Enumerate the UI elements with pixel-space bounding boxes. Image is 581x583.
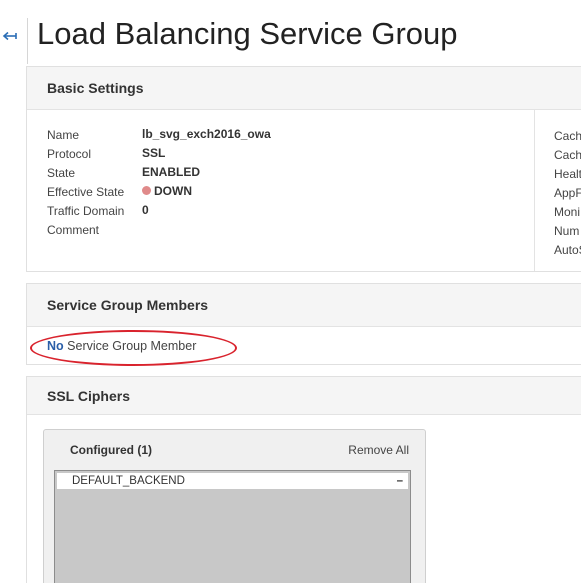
effective-state-label: Effective State [47, 185, 125, 199]
basic-settings-labels: Name Protocol State Effective State Traf… [47, 126, 124, 240]
configured-ciphers-box: Configured (1) Remove All DEFAULT_BACKEN… [43, 429, 426, 583]
basic-settings-values: lb_svg_exch2016_owa SSL ENABLED DOWN 0 [142, 125, 271, 220]
comment-label: Comment [47, 223, 100, 237]
column-divider [534, 110, 535, 271]
advanced-settings-labels: Cach Cach Healt AppF Moni Num AutoS [554, 127, 581, 260]
protocol-label: Protocol [47, 147, 92, 161]
status-down-icon [142, 186, 151, 196]
title-divider [27, 18, 28, 64]
ssl-ciphers-panel: SSL Ciphers Configured (1) Remove All DE… [26, 376, 581, 583]
right-label-2: Cach [554, 148, 581, 162]
state-value: ENABLED [142, 165, 201, 179]
service-group-members-panel: Service Group Members No Service Group M… [26, 283, 581, 366]
configured-label: Configured (1) [70, 443, 152, 457]
state-label: State [47, 166, 76, 180]
name-label: Name [47, 128, 80, 142]
service-group-members-header[interactable]: Service Group Members [27, 284, 581, 327]
traffic-domain-label: Traffic Domain [47, 204, 125, 218]
page: Load Balancing Service Group Basic Setti… [0, 0, 581, 583]
cipher-item-label: DEFAULT_BACKEND [72, 475, 185, 487]
minus-icon[interactable]: – [397, 473, 403, 489]
right-label-1: Cach [554, 129, 581, 143]
right-label-3: Healt [554, 167, 581, 181]
effective-state-value: DOWN [142, 182, 271, 201]
name-value: lb_svg_exch2016_owa [142, 127, 271, 141]
right-label-4: AppF [554, 186, 581, 200]
basic-settings-header[interactable]: Basic Settings [27, 67, 581, 110]
right-label-6: Num [554, 224, 580, 238]
basic-settings-panel: Basic Settings Name Protocol State Effec… [26, 66, 581, 272]
effective-state-text: DOWN [154, 184, 192, 198]
protocol-value: SSL [142, 146, 166, 160]
ssl-ciphers-header[interactable]: SSL Ciphers [27, 377, 581, 415]
cipher-list-item[interactable]: DEFAULT_BACKEND – [57, 473, 408, 489]
right-label-5: Moni [554, 205, 581, 219]
cipher-list[interactable]: DEFAULT_BACKEND – [54, 470, 411, 583]
highlight-ellipse [30, 330, 237, 366]
back-arrow-icon[interactable] [2, 28, 18, 44]
right-label-7: AutoS [554, 243, 581, 257]
traffic-domain-value: 0 [142, 203, 149, 217]
remove-all-button[interactable]: Remove All [348, 443, 409, 457]
page-title: Load Balancing Service Group [37, 16, 458, 51]
